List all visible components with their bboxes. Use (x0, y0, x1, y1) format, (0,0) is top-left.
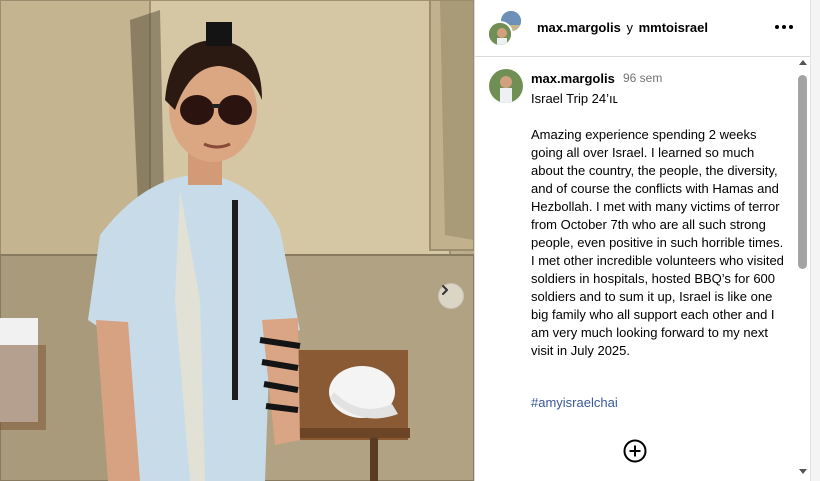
caption-text: Israel Trip 24’ıʟ Amazing experience spe… (531, 90, 789, 360)
collab-avatars[interactable] (487, 9, 523, 47)
more-horizontal-icon (775, 25, 793, 29)
comments-section: max.margolis 96 sem Israel Trip 24’ıʟ Am… (475, 58, 797, 481)
chevron-right-icon (442, 285, 448, 295)
post-dialog: max.margolis y mmtoisrael max.margolis 9… (0, 0, 820, 481)
avatar-image (489, 69, 523, 103)
caption-time[interactable]: 96 sem (623, 71, 662, 85)
author-avatar[interactable] (489, 69, 523, 103)
next-photo-button[interactable] (438, 283, 464, 309)
hashtag-link[interactable]: #amyisraelchai (531, 395, 618, 410)
plus-circle-icon (623, 439, 647, 463)
caption-author[interactable]: max.margolis (531, 71, 615, 86)
photo-illustration (0, 0, 474, 481)
comments-scrollbar[interactable] (796, 58, 810, 481)
scroll-up-arrow-icon[interactable] (799, 60, 807, 65)
scroll-down-arrow-icon[interactable] (799, 469, 807, 474)
load-more-comments-button[interactable] (623, 439, 647, 463)
avatar-image (489, 23, 511, 45)
header-username-2[interactable]: mmtoisrael (639, 20, 708, 35)
more-options-button[interactable] (771, 15, 797, 39)
caption-body: Amazing experience spending 2 weeks goin… (531, 127, 784, 358)
header-usernames: max.margolis y mmtoisrael (537, 20, 708, 35)
caption-title: Israel Trip 24’ıʟ (531, 91, 618, 106)
header-username-1[interactable]: max.margolis (537, 20, 621, 35)
post-photo[interactable] (0, 0, 474, 481)
avatar-max-margolis[interactable] (487, 21, 513, 47)
scrollbar-thumb[interactable] (798, 75, 807, 269)
window-edge (810, 0, 820, 481)
post-header: max.margolis y mmtoisrael (475, 0, 811, 57)
header-conjunction: y (626, 20, 633, 35)
post-sidebar: max.margolis y mmtoisrael max.margolis 9… (474, 0, 820, 481)
